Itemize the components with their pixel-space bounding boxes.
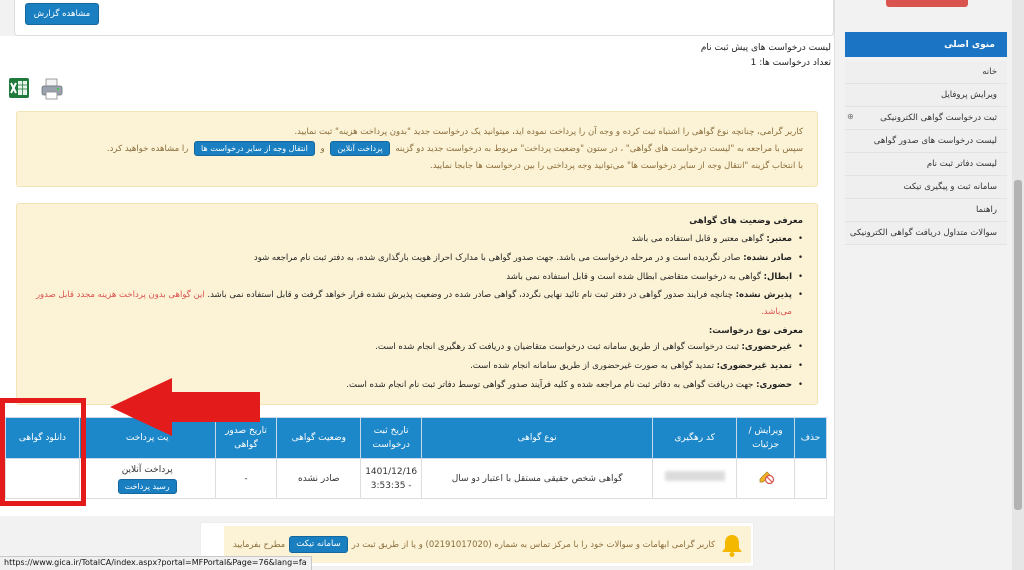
payment-receipt-button[interactable]: رسید پرداخت xyxy=(117,479,177,494)
expand-icon: ⊕ xyxy=(847,112,854,121)
sidebar-item-label: ثبت درخواست گواهی الکترونیکی xyxy=(880,113,997,123)
report-panel: مشاهده گزارش xyxy=(14,0,834,36)
col-header-cert-type: نوع گواهی xyxy=(421,417,654,459)
sidebar-item-home[interactable]: خانه xyxy=(845,61,1007,84)
online-pay-button[interactable]: پرداخت آنلاین xyxy=(330,141,390,156)
list-item: غیرحضوری: ثبت درخواست گواهی از طریق ساما… xyxy=(31,338,803,357)
payment-status-cell: پرداخت آنلاین رسید پرداخت xyxy=(78,458,216,499)
sidebar-item-offices[interactable]: لیست دفاتر ثبت نام xyxy=(845,153,1007,176)
alert-line-3: با انتخاب گزینه "انتقال وجه از سایر درخو… xyxy=(430,161,803,171)
col-header-cert-status: وضعیت گواهی xyxy=(276,417,362,459)
sidebar-menu: خانه ویرایش پروفایل ثبت درخواست گواهی ال… xyxy=(845,61,1007,245)
status-bar-url: https://www.gica.ir/TotalCA/index.aspx?p… xyxy=(0,556,312,570)
sidebar-header: منوی اصلی xyxy=(845,32,1007,57)
status-list: معتبر: گواهی معتبر و قابل استفاده می باش… xyxy=(31,230,803,321)
info-alert: کاربر گرامی، چنانچه نوع گواهی را اشتباه … xyxy=(16,111,818,187)
sidebar-item-edit-profile[interactable]: ویرایش پروفایل xyxy=(845,84,1007,107)
cert-status-cell: صادر نشده xyxy=(276,458,362,499)
list-item: پذیرش نشده: چنانچه فرایند صدور گواهی در … xyxy=(31,287,803,321)
request-date-cell: 1401/12/16 - 3:53:35 xyxy=(360,458,423,499)
top-red-button[interactable] xyxy=(886,0,968,7)
sidebar-item-ticket[interactable]: سامانه ثبت و پیگیری تیکت xyxy=(845,176,1007,199)
list-item: ابطال: گواهی به درخواست متقاضی ابطال شده… xyxy=(31,268,803,287)
view-report-button[interactable]: مشاهده گزارش xyxy=(25,3,99,25)
sidebar-item-help[interactable]: راهنما xyxy=(845,199,1007,222)
edit-cancel-icon[interactable] xyxy=(757,467,775,485)
excel-export-icon[interactable] xyxy=(8,77,30,99)
page: منوی اصلی خانه ویرایش پروفایل ثبت درخواس… xyxy=(0,0,1024,570)
issue-date-cell: - xyxy=(214,458,278,499)
ticket-system-button[interactable]: سامانه تیکت xyxy=(289,536,348,553)
scrollbar-thumb[interactable] xyxy=(1014,180,1022,510)
cert-type-cell: گواهی شخص حقیقی مستقل با اعتبار دو سال xyxy=(421,458,654,499)
status-heading: معرفی وضعیت های گواهی xyxy=(689,216,803,226)
col-header-delete: حذف xyxy=(794,417,827,459)
redacted-tracking-code xyxy=(664,471,725,481)
table-row: گواهی شخص حقیقی مستقل با اعتبار دو سال 1… xyxy=(5,458,827,499)
sidebar-item-faq[interactable]: سوالات متداول دریافت گواهی الکترونیکی xyxy=(845,222,1007,245)
request-count: تعداد درخواست ها: 1 xyxy=(750,58,831,68)
col-header-edit: ویرایش / جزئیات xyxy=(736,417,796,459)
payment-method: پرداخت آنلاین xyxy=(121,465,173,475)
print-icon[interactable] xyxy=(40,78,64,100)
list-item: معتبر: گواهی معتبر و قابل استفاده می باش… xyxy=(31,230,803,249)
sidebar-item-request-list[interactable]: لیست درخواست های صدور گواهی xyxy=(845,130,1007,153)
list-item: تمدید غیرحضوری: تمدید گواهی به صورت غیرح… xyxy=(31,357,803,376)
list-item: صادر نشده: صادر نگردیده است و در مرحله د… xyxy=(31,249,803,268)
col-header-tracking-code: کد رهگیری xyxy=(652,417,738,459)
annotation-arrow xyxy=(110,378,260,436)
col-header-request-date: تاریخ ثبت درخواست xyxy=(360,417,423,459)
page-title: لیست درخواست های پیش ثبت نام xyxy=(700,43,831,53)
annotation-highlight-box xyxy=(0,398,86,506)
transfer-funds-button[interactable]: انتقال وجه از سایر درخواست ها xyxy=(194,141,315,156)
request-type-heading: معرفی نوع درخواست: xyxy=(708,326,803,336)
alert-line-1: کاربر گرامی، چنانچه نوع گواهی را اشتباه … xyxy=(294,127,803,137)
tracking-code-cell xyxy=(652,458,738,499)
delete-cell xyxy=(794,458,827,499)
alert-line-2: سپس با مراجعه به "لیست درخواست های گواهی… xyxy=(31,141,803,158)
sidebar-item-new-request[interactable]: ثبت درخواست گواهی الکترونیکی ⊕ xyxy=(845,107,1007,130)
edit-cell xyxy=(736,458,796,499)
status-info-box: معرفی وضعیت های گواهی معتبر: گواهی معتبر… xyxy=(16,203,818,405)
bell-icon xyxy=(722,535,742,557)
